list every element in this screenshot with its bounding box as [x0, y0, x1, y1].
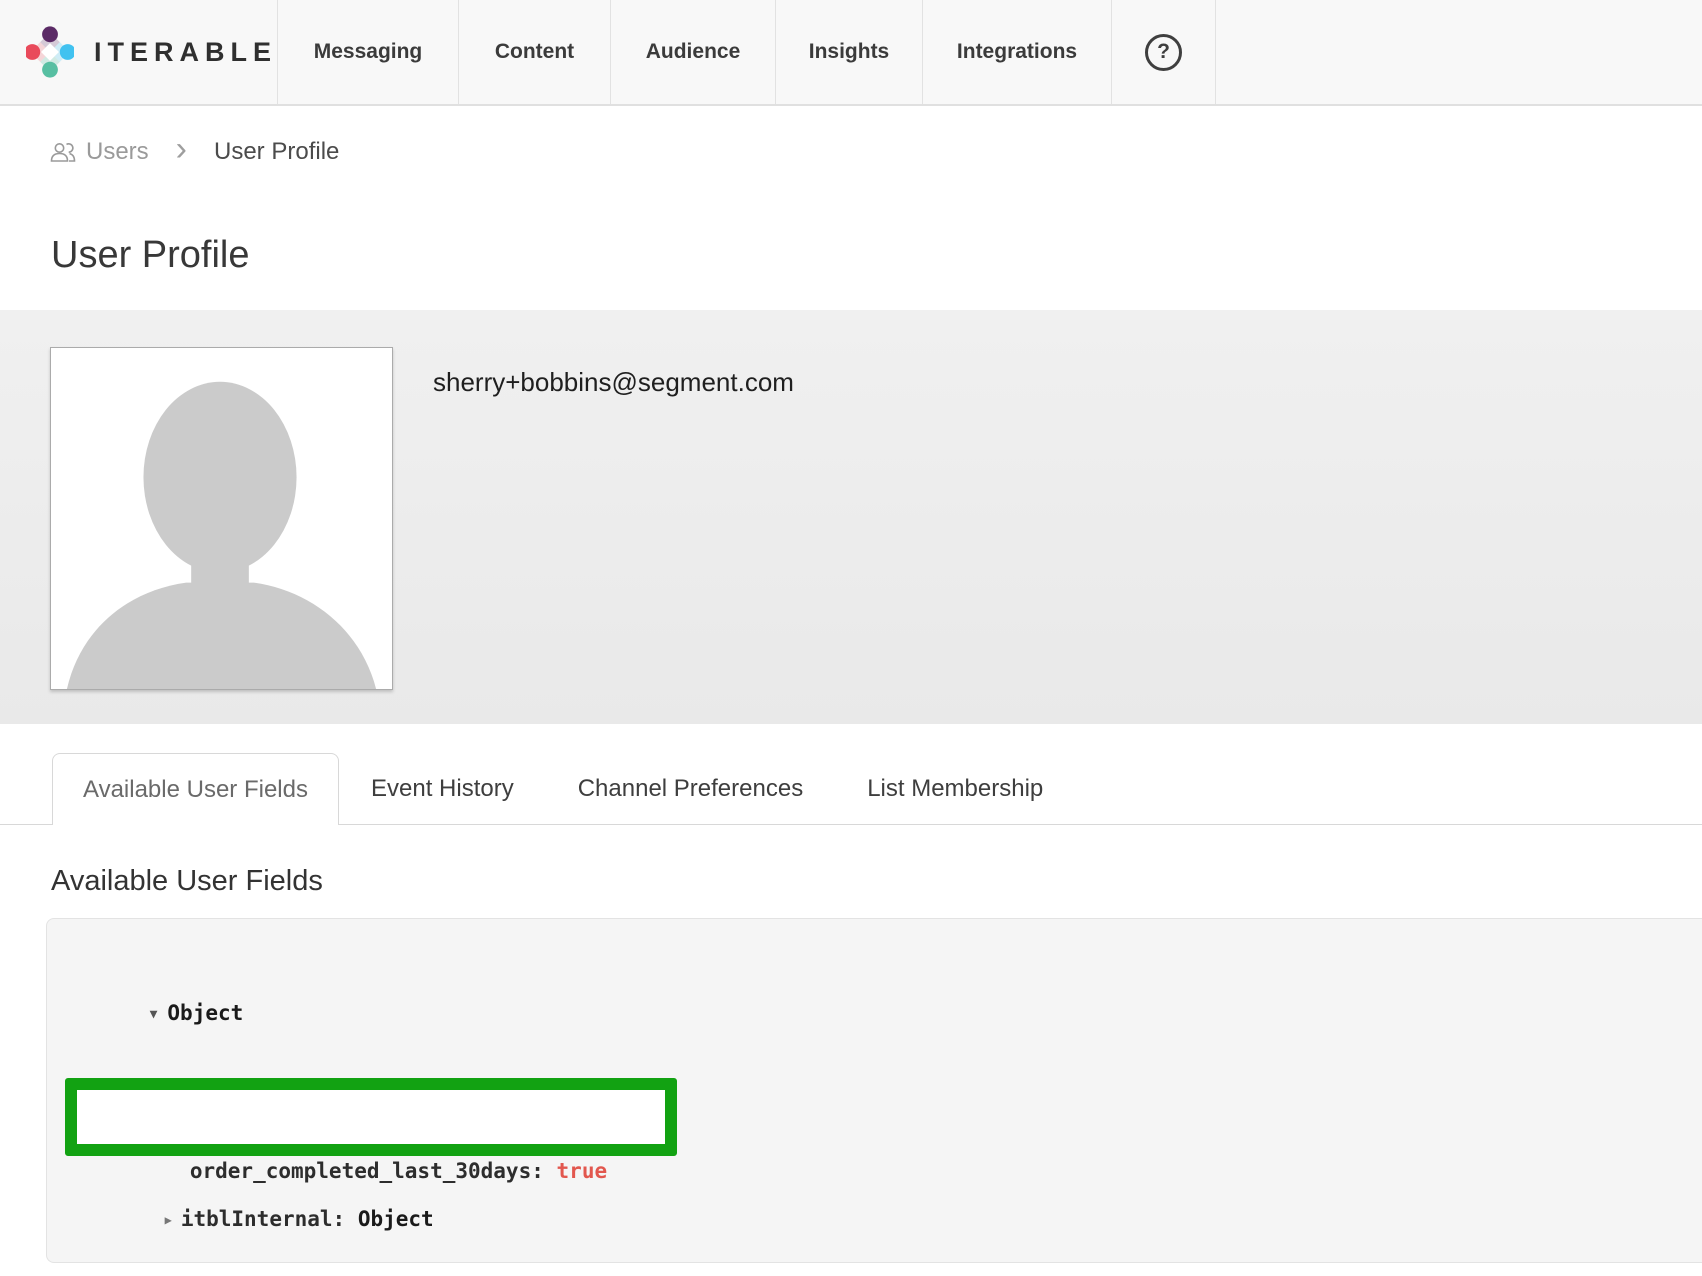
profile-email: sherry+bobbins@segment.com [433, 367, 794, 398]
tree-root-row: ▼ Object [99, 962, 1702, 1066]
breadcrumb-current: User Profile [214, 138, 339, 166]
profile-hero: sherry+bobbins@segment.com [0, 310, 1702, 724]
top-nav: ITERABLE Messaging Content Audience Insi… [0, 0, 1702, 106]
avatar [50, 347, 393, 690]
nav-item-audience[interactable]: Audience [610, 0, 775, 104]
breadcrumb-users-link[interactable]: Users [50, 138, 149, 166]
help-button[interactable]: ? [1111, 0, 1216, 104]
tree-row-order-completed: order_completed_last_30daystrue [77, 1090, 665, 1252]
brand[interactable]: ITERABLE [0, 0, 277, 104]
user-fields-json-panel: ▼Object emailsherry+bobbins@segment.com … [46, 918, 1702, 1263]
tree-root-label: Object [167, 1001, 243, 1025]
nav-item-integrations[interactable]: Integrations [922, 0, 1111, 104]
breadcrumb-users-label: Users [86, 138, 149, 166]
section-heading: Available User Fields [51, 863, 1702, 899]
page-title: User Profile [51, 234, 1702, 277]
tab-list-membership[interactable]: List Membership [835, 753, 1075, 824]
profile-tabs: Available User Fields Event History Chan… [0, 753, 1702, 825]
nav-item-insights[interactable]: Insights [775, 0, 922, 104]
tab-event-history[interactable]: Event History [339, 753, 546, 824]
nav-item-messaging[interactable]: Messaging [277, 0, 458, 104]
iterable-logo-icon [26, 15, 74, 89]
avatar-placeholder-silhouette [51, 348, 392, 689]
nav-item-content[interactable]: Content [458, 0, 610, 104]
collapse-icon[interactable]: ▼ [150, 1007, 158, 1022]
tab-channel-preferences[interactable]: Channel Preferences [546, 753, 835, 824]
help-icon: ? [1145, 34, 1182, 71]
brand-name: ITERABLE [94, 37, 277, 68]
title-block: User Profile [0, 198, 1702, 310]
users-icon [50, 141, 76, 163]
tree-row-profileupdatedat: profileUpdatedAt2020-03-19 09:04:30 +00:… [114, 1271, 1702, 1276]
chevron-right-icon: › [162, 132, 201, 172]
highlight-annotation-box: order_completed_last_30daystrue [65, 1078, 677, 1156]
tab-available-user-fields[interactable]: Available User Fields [52, 753, 339, 825]
breadcrumb: Users › User Profile [0, 106, 1702, 198]
